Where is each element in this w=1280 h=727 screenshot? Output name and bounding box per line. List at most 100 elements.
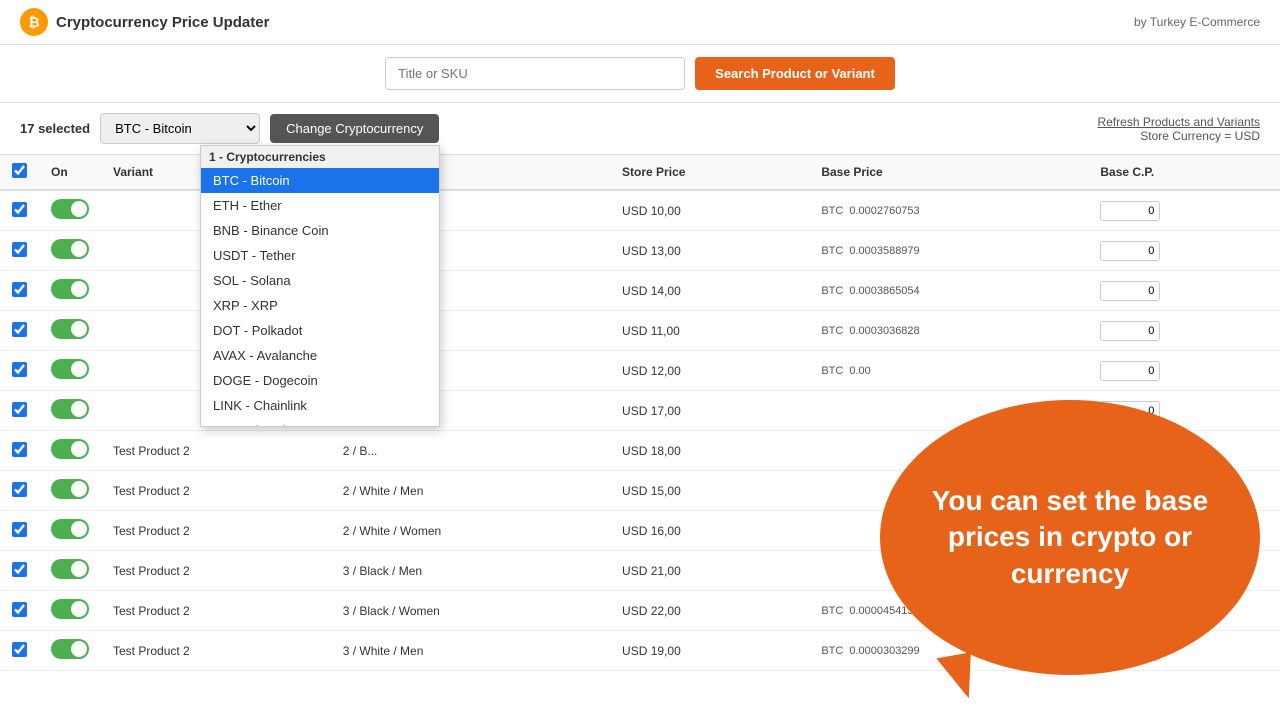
select-all-checkbox[interactable]	[12, 163, 27, 178]
base-cp-input[interactable]	[1100, 281, 1160, 301]
row-toggle-cell	[39, 311, 101, 351]
row-checkbox-cell	[0, 631, 39, 671]
row-checkbox-cell	[0, 351, 39, 391]
row-sku: 2 / White / Women	[331, 511, 610, 551]
row-toggle[interactable]	[51, 359, 89, 379]
row-store-price: USD 11,00	[610, 311, 809, 351]
crypto-select[interactable]: BTC - Bitcoin	[100, 113, 260, 144]
table-row: USD 11,00 BTC 0.0003036828	[0, 311, 1280, 351]
row-toggle[interactable]	[51, 439, 89, 459]
row-checkbox[interactable]	[12, 442, 27, 457]
row-variant: Test Product 2	[101, 631, 331, 671]
row-sku: 2 / B...	[331, 431, 610, 471]
dropdown-item-bnb[interactable]: BNB - Binance Coin	[201, 218, 439, 243]
row-toggle-cell	[39, 511, 101, 551]
row-toggle-cell	[39, 551, 101, 591]
bubble-tail	[936, 652, 978, 702]
base-price-crypto: BTC	[821, 605, 843, 617]
row-toggle[interactable]	[51, 559, 89, 579]
base-price-crypto: BTC	[821, 325, 843, 337]
row-checkbox[interactable]	[12, 562, 27, 577]
base-price-crypto: BTC	[821, 365, 843, 377]
info-bubble: You can set the base prices in crypto or…	[880, 400, 1260, 675]
app-logo: ₿	[20, 8, 48, 36]
search-button[interactable]: Search Product or Variant	[695, 57, 895, 90]
row-checkbox[interactable]	[12, 282, 27, 297]
row-base-price: BTC 0.00	[809, 351, 1088, 391]
row-toggle-cell	[39, 271, 101, 311]
dropdown-item-link[interactable]: LINK - Chainlink	[201, 393, 439, 418]
row-toggle[interactable]	[51, 239, 89, 259]
search-bar: Search Product or Variant	[0, 45, 1280, 103]
row-toggle[interactable]	[51, 399, 89, 419]
row-checkbox[interactable]	[12, 322, 27, 337]
row-variant: Test Product 2	[101, 511, 331, 551]
base-price-crypto: BTC	[821, 245, 843, 257]
row-toggle[interactable]	[51, 319, 89, 339]
row-sku: 3 / Black / Women	[331, 591, 610, 631]
table-row: USD 13,00 BTC 0.0003588979	[0, 231, 1280, 271]
row-checkbox[interactable]	[12, 362, 27, 377]
col-base-cp: Base C.P.	[1088, 155, 1280, 190]
row-store-price: USD 17,00	[610, 391, 809, 431]
row-toggle[interactable]	[51, 199, 89, 219]
dropdown-item-dot[interactable]: DOT - Polkadot	[201, 318, 439, 343]
row-variant: Test Product 2	[101, 551, 331, 591]
row-checkbox-cell	[0, 190, 39, 231]
store-currency-label: Store Currency = USD	[1140, 129, 1260, 143]
crypto-dropdown: 1 - Cryptocurrencies BTC - BitcoinETH - …	[200, 145, 440, 427]
dropdown-item-avax[interactable]: AVAX - Avalanche	[201, 343, 439, 368]
row-checkbox[interactable]	[12, 202, 27, 217]
dropdown-item-btc[interactable]: BTC - Bitcoin	[201, 168, 439, 193]
row-checkbox[interactable]	[12, 242, 27, 257]
row-toggle[interactable]	[51, 279, 89, 299]
col-on: On	[39, 155, 101, 190]
refresh-link[interactable]: Refresh Products and Variants	[1097, 115, 1260, 129]
row-checkbox[interactable]	[12, 602, 27, 617]
row-toggle[interactable]	[51, 479, 89, 499]
base-cp-input[interactable]	[1100, 241, 1160, 261]
row-toggle[interactable]	[51, 639, 89, 659]
row-toggle[interactable]	[51, 599, 89, 619]
base-cp-input[interactable]	[1100, 201, 1160, 221]
row-checkbox-cell	[0, 551, 39, 591]
row-checkbox[interactable]	[12, 642, 27, 657]
row-base-price: BTC 0.0003588979	[809, 231, 1088, 271]
row-checkbox-cell	[0, 591, 39, 631]
base-price-value: 0.0002760753	[849, 205, 919, 217]
row-toggle-cell	[39, 431, 101, 471]
row-toggle-cell	[39, 591, 101, 631]
row-base-cp	[1088, 351, 1280, 391]
row-store-price: USD 16,00	[610, 511, 809, 551]
row-base-price: BTC 0.0003036828	[809, 311, 1088, 351]
dropdown-item-doge[interactable]: DOGE - Dogecoin	[201, 368, 439, 393]
row-toggle-cell	[39, 471, 101, 511]
dropdown-item-sol[interactable]: SOL - Solana	[201, 268, 439, 293]
toolbar-left: 17 selected BTC - Bitcoin Change Cryptoc…	[20, 113, 439, 144]
row-toggle-cell	[39, 391, 101, 431]
dropdown-item-xrp[interactable]: XRP - XRP	[201, 293, 439, 318]
base-price-value: 0.0003036828	[849, 325, 919, 337]
row-toggle[interactable]	[51, 519, 89, 539]
dropdown-item-ltc[interactable]: LTC - Litecoin	[201, 418, 439, 426]
row-checkbox[interactable]	[12, 482, 27, 497]
dropdown-item-eth[interactable]: ETH - Ether	[201, 193, 439, 218]
base-cp-input[interactable]	[1100, 321, 1160, 341]
row-base-cp	[1088, 271, 1280, 311]
header-left: ₿ Cryptocurrency Price Updater	[20, 8, 269, 36]
row-checkbox[interactable]	[12, 522, 27, 537]
row-checkbox-cell	[0, 391, 39, 431]
row-store-price: USD 18,00	[610, 431, 809, 471]
col-store-price: Store Price	[610, 155, 809, 190]
header-credit: by Turkey E-Commerce	[1134, 15, 1260, 29]
dropdown-item-usdt[interactable]: USDT - Tether	[201, 243, 439, 268]
row-checkbox-cell	[0, 511, 39, 551]
header: ₿ Cryptocurrency Price Updater by Turkey…	[0, 0, 1280, 45]
row-toggle-cell	[39, 190, 101, 231]
base-cp-input[interactable]	[1100, 361, 1160, 381]
row-sku: 3 / Black / Men	[331, 551, 610, 591]
row-checkbox[interactable]	[12, 402, 27, 417]
change-cryptocurrency-button[interactable]: Change Cryptocurrency	[270, 114, 439, 143]
search-input[interactable]	[385, 57, 685, 90]
row-variant: Test Product 2	[101, 431, 331, 471]
